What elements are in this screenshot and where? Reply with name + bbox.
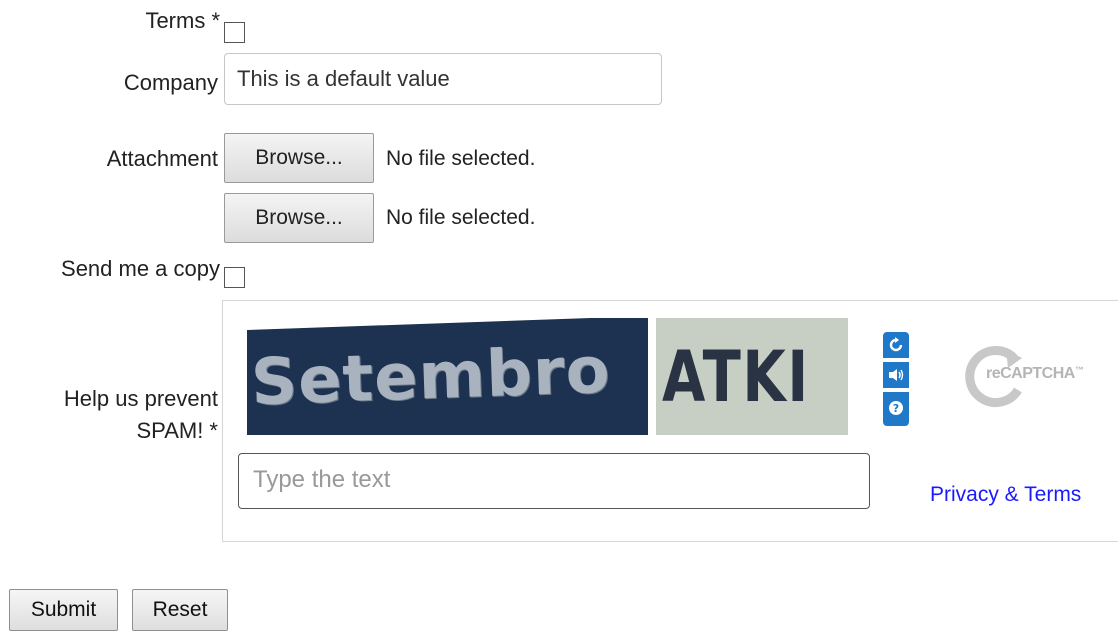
- privacy-terms-link[interactable]: Privacy & Terms: [930, 483, 1081, 507]
- submit-button[interactable]: Submit: [9, 589, 118, 631]
- company-input[interactable]: This is a default value: [224, 53, 662, 105]
- send-copy-checkbox[interactable]: [224, 267, 245, 288]
- spam-label-line1: Help us prevent: [63, 386, 218, 411]
- recaptcha-logo-text: reCAPTCHA: [986, 365, 1075, 382]
- captcha-image-2: ATKI: [656, 318, 848, 435]
- captcha-word-2: ATKI: [662, 336, 810, 418]
- refresh-icon[interactable]: [883, 332, 909, 358]
- reset-button[interactable]: Reset: [132, 589, 228, 631]
- attachment-label: Attachment: [106, 146, 218, 171]
- send-copy-label: Send me a copy: [61, 256, 220, 281]
- captcha-image-1: Setembro: [247, 318, 648, 435]
- audio-icon[interactable]: [883, 362, 909, 388]
- browse-button[interactable]: Browse...: [224, 133, 374, 183]
- svg-text:?: ?: [893, 402, 899, 415]
- file-status-2: No file selected.: [386, 206, 536, 229]
- help-icon[interactable]: ?: [883, 392, 909, 426]
- captcha-word-1: Setembro: [249, 333, 612, 421]
- recaptcha-logo: reCAPTCHA™: [962, 340, 1084, 410]
- terms-label: Terms *: [145, 8, 220, 33]
- spam-label: Help us prevent SPAM! *: [10, 383, 218, 447]
- file-status: No file selected.: [386, 147, 536, 170]
- spam-label-line2: SPAM! *: [136, 418, 218, 443]
- terms-checkbox[interactable]: [224, 22, 245, 43]
- browse-button-2[interactable]: Browse...: [224, 193, 374, 243]
- captcha-input[interactable]: Type the text: [238, 453, 870, 509]
- recaptcha-tm: ™: [1074, 365, 1084, 375]
- company-label: Company: [123, 70, 218, 95]
